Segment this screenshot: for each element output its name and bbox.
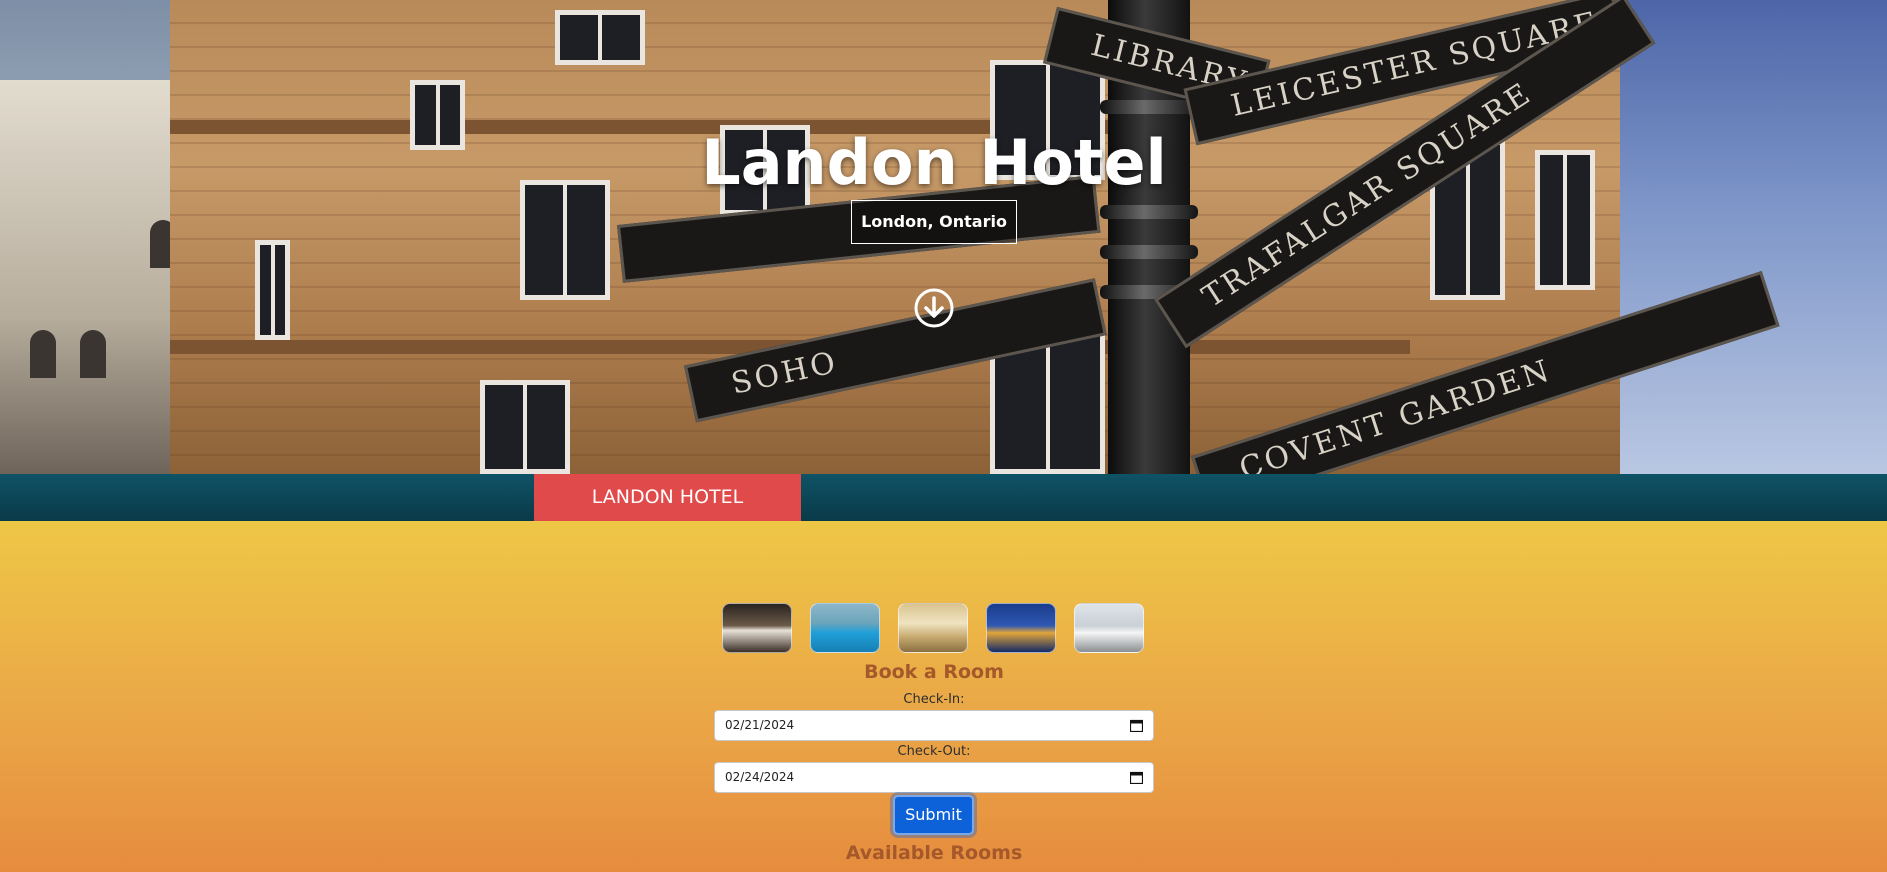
calendar-icon[interactable]	[1130, 719, 1143, 732]
submit-button[interactable]: Submit	[893, 795, 974, 835]
booking-section: Book a Room Check-In: 02/21/2024 Check-O…	[0, 521, 1887, 872]
lobby-thumbnail[interactable]	[722, 603, 792, 653]
hero-banner: LIBRARY LEICESTER SQUARE TRAFALGAR SQUAR…	[0, 0, 1887, 474]
nav-brand-link[interactable]: LANDON HOTEL	[534, 474, 801, 521]
hotel-title: Landon Hotel	[701, 126, 1167, 199]
checkin-date-input[interactable]: 02/21/2024	[714, 710, 1154, 741]
pool-thumbnail[interactable]	[810, 603, 880, 653]
gallery-thumbnails	[722, 603, 1146, 655]
book-room-heading: Book a Room	[864, 661, 1004, 683]
available-rooms-heading: Available Rooms	[845, 842, 1023, 864]
navbar: LANDON HOTEL	[0, 474, 1887, 521]
checkout-date-value: 02/24/2024	[725, 770, 795, 784]
wedding-thumbnail[interactable]	[1074, 603, 1144, 653]
hotel-location: London, Ontario	[851, 200, 1017, 244]
calendar-icon[interactable]	[1130, 771, 1143, 784]
checkin-label: Check-In:	[903, 692, 965, 707]
ballroom-thumbnail[interactable]	[898, 603, 968, 653]
checkout-label: Check-Out:	[897, 744, 971, 759]
arrow-down-circle-icon	[914, 288, 954, 328]
checkout-date-input[interactable]: 02/24/2024	[714, 762, 1154, 793]
scroll-down-button[interactable]	[913, 287, 955, 329]
london-skyline-thumbnail[interactable]	[986, 603, 1056, 653]
checkin-date-value: 02/21/2024	[725, 718, 795, 732]
